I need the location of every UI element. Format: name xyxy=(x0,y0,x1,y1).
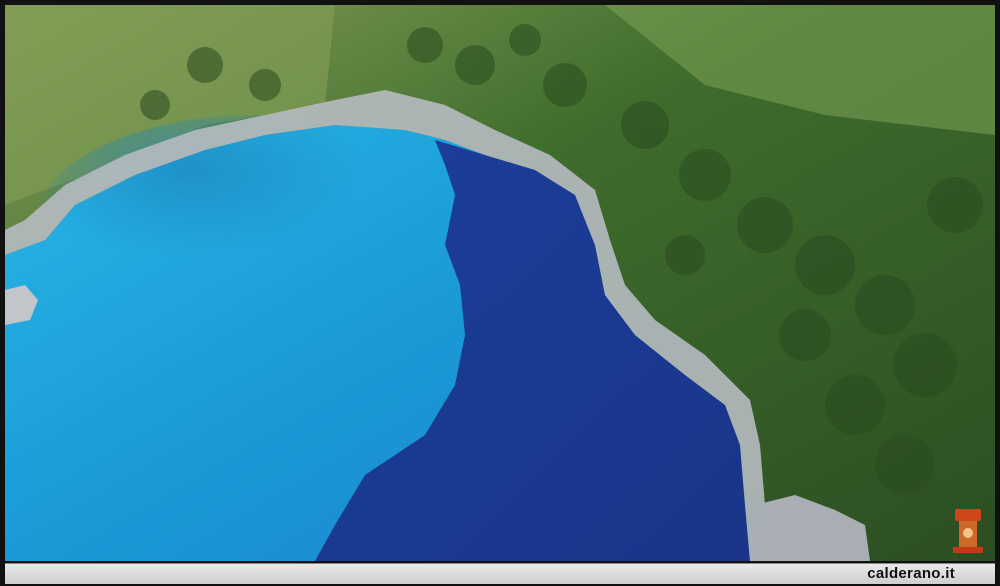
site-caption: calderano.it xyxy=(867,565,955,582)
aerial-photo xyxy=(5,5,995,561)
reef-shadow xyxy=(35,115,475,335)
caption-bar: calderano.it xyxy=(5,563,995,584)
aerial-scene xyxy=(5,5,995,561)
photo-frame: calderano.it xyxy=(0,0,1000,586)
watermark-logo-icon xyxy=(953,509,983,553)
